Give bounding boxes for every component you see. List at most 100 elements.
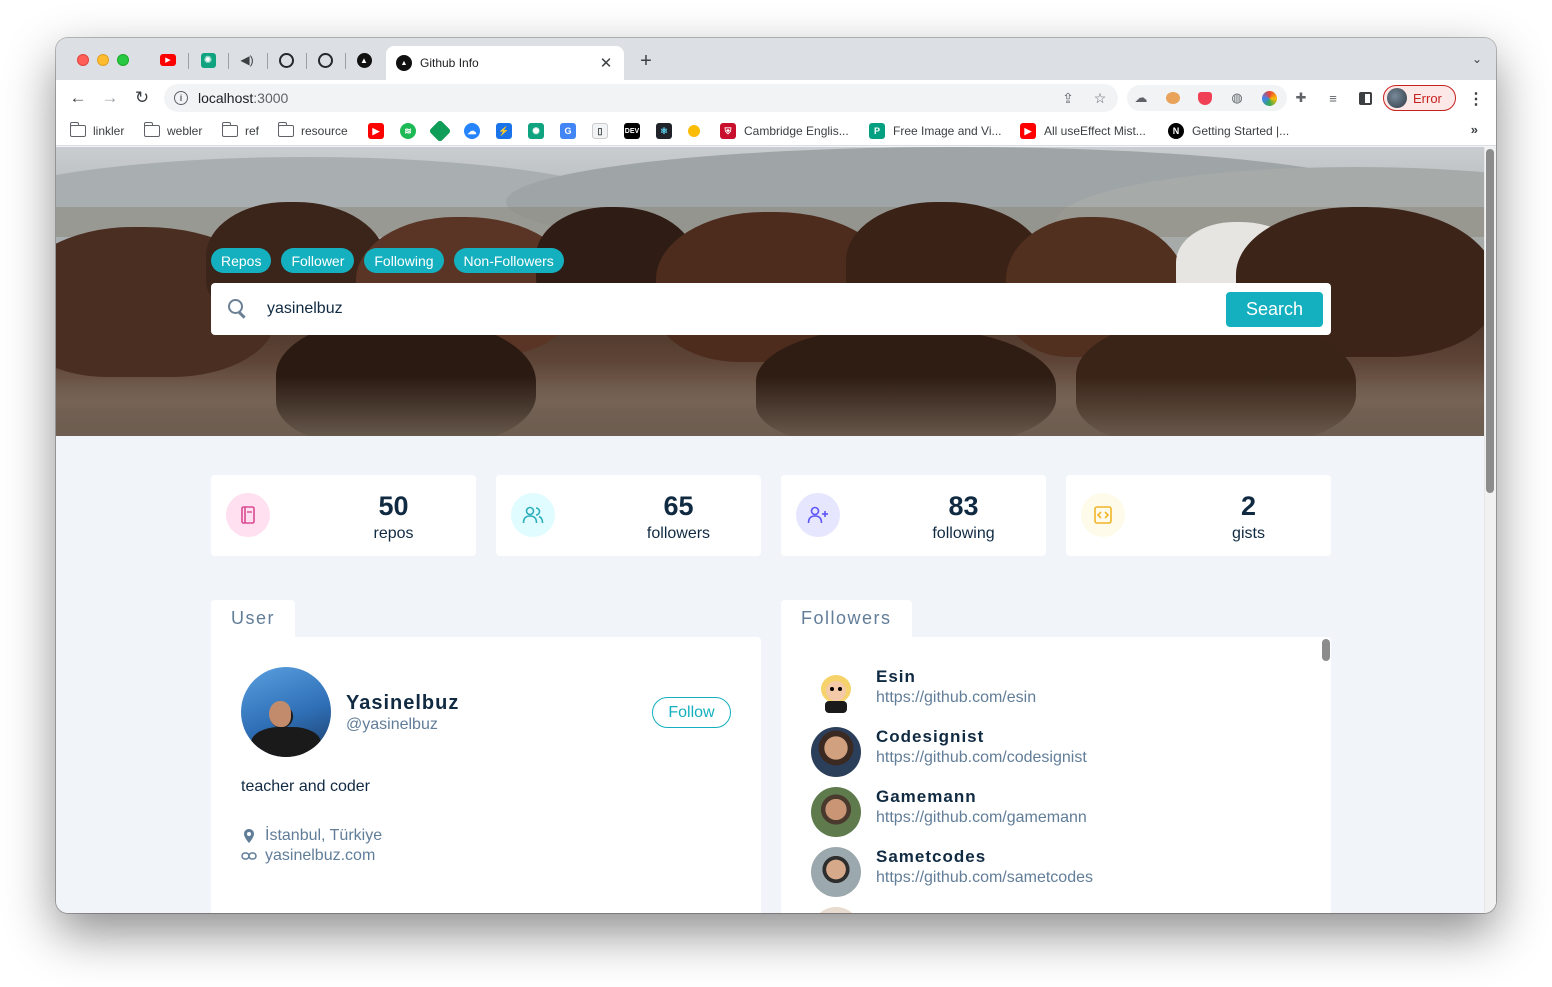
back-arrow-icon[interactable]: ← <box>66 86 90 110</box>
bookmark-folder[interactable]: linkler <box>69 122 124 140</box>
vercel-icon: ▲ <box>396 55 412 71</box>
vercel-icon: ▲ <box>356 52 372 68</box>
user-name: Yasinelbuz <box>346 692 460 714</box>
followers-list: Esin https://github.com/esin Codesignist… <box>781 637 1331 913</box>
translate-icon: G <box>560 123 576 139</box>
users-icon <box>511 493 555 537</box>
pinned-tab-github-2[interactable] <box>317 52 333 68</box>
tab-strip: ▶ ✺ ◀) ▲ ▲ Github Info ✕ + ⌄ <box>56 38 1496 80</box>
site-info-icon[interactable]: i <box>174 91 188 105</box>
bookmark-folder[interactable]: ref <box>221 122 259 140</box>
follower-link[interactable]: https://github.com/gamemann <box>876 809 1087 827</box>
bookmark-folder[interactable]: resource <box>277 122 348 140</box>
bookmark-label: resource <box>301 124 348 138</box>
profile-button[interactable]: Error <box>1383 85 1456 111</box>
search-button[interactable]: Search <box>1226 291 1323 327</box>
bookmark-bolt[interactable]: ⚡ <box>496 122 520 140</box>
zoom-window-button[interactable] <box>117 54 129 66</box>
minimize-window-button[interactable] <box>97 54 109 66</box>
browser-menu-icon[interactable]: ⋮ <box>1468 89 1484 109</box>
folder-icon <box>69 122 86 137</box>
bookmark-label: All useEffect Mist... <box>1044 124 1146 138</box>
stat-value: 65 <box>663 491 694 521</box>
stat-card-repos: 50 repos <box>211 475 476 556</box>
bookmark-cloud[interactable]: ☁ <box>464 122 488 140</box>
followers-scrollbar[interactable] <box>1321 637 1331 913</box>
follower-link[interactable]: https://github.com/esin <box>876 689 1036 707</box>
bookmark-star-icon[interactable]: ☆ <box>1092 90 1108 106</box>
pinned-tab-vercel[interactable]: ▲ <box>356 52 372 68</box>
page-viewport: Repos Follower Following Non-Followers S… <box>56 147 1496 913</box>
list-item[interactable]: Codesignist https://github.com/codesigni… <box>811 727 1291 779</box>
pocket-icon[interactable] <box>1196 89 1214 107</box>
user-card-tab: User <box>211 600 296 637</box>
react-icon: ⚛ <box>656 123 672 139</box>
close-tab-icon[interactable]: ✕ <box>598 54 614 72</box>
website-link[interactable]: yasinelbuz.com <box>265 847 375 865</box>
more-bookmarks-icon[interactable]: » <box>1471 122 1478 137</box>
stat-label: following <box>932 525 995 542</box>
list-item[interactable]: Gamemann https://github.com/gamemann <box>811 787 1291 839</box>
pinned-tab-github[interactable] <box>278 52 294 68</box>
search-bar: Search <box>211 283 1331 335</box>
bookmark-youtube[interactable]: ▶ <box>368 122 392 140</box>
address-bar[interactable]: i localhost:3000 <box>164 84 1118 112</box>
bookmark-react[interactable]: ⚛ <box>656 122 680 140</box>
new-tab-button[interactable]: + <box>636 50 656 73</box>
link-icon <box>241 851 257 861</box>
tab-github-info[interactable]: ▲ Github Info ✕ <box>386 46 624 80</box>
bookmark-folder[interactable]: webler <box>143 122 202 140</box>
search-input[interactable] <box>267 300 1226 318</box>
pinned-tab-chatgpt[interactable]: ✺ <box>200 52 216 68</box>
list-item[interactable]: Sametcodes https://github.com/sametcodes <box>811 847 1291 899</box>
extension-circle-icon[interactable]: ◍ <box>1228 89 1246 107</box>
reload-icon[interactable]: ↻ <box>130 86 154 110</box>
extensions-puzzle-icon[interactable]: ✚ <box>1292 89 1310 107</box>
color-picker-icon[interactable] <box>1260 89 1278 107</box>
close-window-button[interactable] <box>77 54 89 66</box>
bookmark-useeffect[interactable]: ▶ All useEffect Mist... <box>1020 122 1146 140</box>
share-icon[interactable]: ⇪ <box>1060 90 1076 106</box>
bookmark-cambridge[interactable]: ⛨ Cambridge Englis... <box>720 122 849 140</box>
followers-card-tab: Followers <box>781 600 912 637</box>
chip-non-followers[interactable]: Non-Followers <box>453 248 564 273</box>
bookmark-dev[interactable]: DEV <box>624 122 648 140</box>
list-item[interactable] <box>811 907 1291 913</box>
bookmark-translate[interactable]: G <box>560 122 584 140</box>
bookmark-doc[interactable]: ▯ <box>592 122 616 140</box>
pinned-tab-youtube[interactable]: ▶ <box>160 52 176 68</box>
bookmark-chatgpt[interactable]: ✺ <box>528 122 552 140</box>
repo-book-icon <box>226 493 270 537</box>
follower-name: Gamemann <box>876 787 977 806</box>
bookmark-spotify[interactable]: ≋ <box>400 122 424 140</box>
chip-repos[interactable]: Repos <box>211 248 272 273</box>
pinned-tab-audio[interactable]: ◀) <box>239 52 255 68</box>
hero-banner: Repos Follower Following Non-Followers S… <box>56 147 1484 436</box>
list-item[interactable]: Esin https://github.com/esin <box>811 667 1291 719</box>
profile-error-label: Error <box>1413 90 1442 106</box>
user-website[interactable]: yasinelbuz.com <box>241 847 375 865</box>
side-panel-icon[interactable] <box>1356 89 1374 107</box>
follower-link[interactable]: https://github.com/codesignist <box>876 749 1087 767</box>
follower-link[interactable]: https://github.com/sametcodes <box>876 869 1093 887</box>
chip-follower[interactable]: Follower <box>281 248 355 273</box>
forward-arrow-icon[interactable]: → <box>98 86 122 110</box>
bookmark-dot[interactable] <box>688 122 708 140</box>
follow-button[interactable]: Follow <box>652 697 731 728</box>
page-scrollbar-thumb[interactable] <box>1486 149 1494 493</box>
page-scrollbar[interactable] <box>1484 147 1496 913</box>
dev-icon: DEV <box>624 123 640 139</box>
bookmark-getting-started[interactable]: N Getting Started |... <box>1168 122 1289 140</box>
bookmark-free-image[interactable]: P Free Image and Vi... <box>869 122 1002 140</box>
reading-list-icon[interactable]: ≡ <box>1324 89 1342 107</box>
spotify-icon: ≋ <box>400 123 416 139</box>
stat-label: followers <box>646 525 711 542</box>
stat-value: 50 <box>378 491 409 521</box>
chevron-down-icon[interactable]: ⌄ <box>1472 52 1482 66</box>
extension-face-icon[interactable] <box>1164 89 1182 107</box>
bookmark-site[interactable] <box>428 119 456 143</box>
chip-following[interactable]: Following <box>364 248 444 273</box>
diamond-icon <box>428 119 452 143</box>
cloud-icon[interactable]: ☁ <box>1132 89 1150 107</box>
chatgpt-icon: ✺ <box>528 123 544 139</box>
